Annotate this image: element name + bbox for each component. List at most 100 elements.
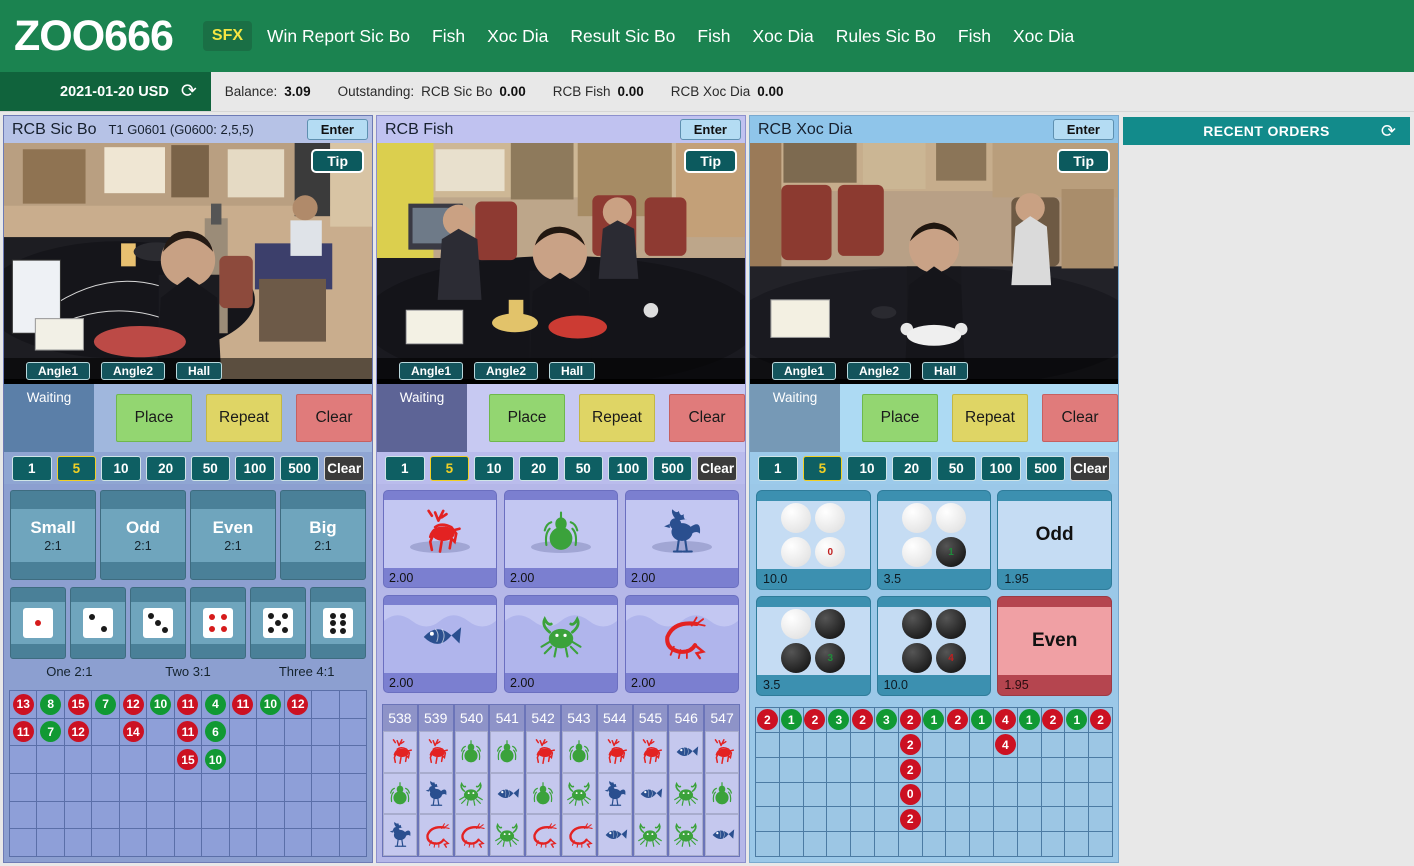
- fish-enter-button[interactable]: Enter: [679, 119, 741, 140]
- fish-bet-deer[interactable]: 2.00: [383, 490, 497, 588]
- fish-hall-button[interactable]: Hall: [549, 362, 596, 380]
- xocdia-bet-coins-4[interactable]: 4 10.0: [876, 596, 992, 696]
- gourd-icon: [505, 500, 617, 568]
- fish-history[interactable]: 538 539 540 541 542 543 544 545 546 547: [377, 699, 745, 862]
- sicbo-place-button[interactable]: Place: [116, 394, 192, 442]
- sicbo-clear-button[interactable]: Clear: [296, 394, 372, 442]
- xocdia-bet-coins-3[interactable]: 3 3.5: [756, 596, 871, 696]
- coin-white: 0: [815, 537, 846, 567]
- fish-chip-500[interactable]: 500: [652, 455, 693, 481]
- xocdia-place-button[interactable]: Place: [862, 394, 938, 442]
- sicbo-chip-5[interactable]: 5: [56, 455, 97, 481]
- sicbo-dice-bet-6[interactable]: [310, 587, 366, 659]
- sicbo-history-cell: 14: [119, 718, 148, 747]
- fish-action-buttons: Place Repeat Clear: [467, 384, 745, 452]
- fish-chip-20[interactable]: 20: [518, 455, 559, 481]
- sicbo-dice-bet-3[interactable]: [130, 587, 186, 659]
- fish-repeat-button[interactable]: Repeat: [579, 394, 655, 442]
- sicbo-angle1-button[interactable]: Angle1: [26, 362, 91, 380]
- nav-item-win-report-sic-bo-1[interactable]: Win Report Sic Bo: [256, 20, 421, 53]
- xocdia-history-wrap[interactable]: 21232321214121224202: [750, 702, 1118, 862]
- xocdia-clear-button[interactable]: Clear: [1042, 394, 1118, 442]
- fish-bet-shrimp[interactable]: 2.00: [625, 595, 739, 693]
- sicbo-bet-odd[interactable]: Odd 2:1: [100, 490, 186, 580]
- fish-chip-1[interactable]: 1: [385, 455, 425, 481]
- fish-title: RCB Fish: [385, 120, 454, 138]
- nav-item-fish-2[interactable]: Fish: [421, 20, 476, 53]
- fish-bet-gourd[interactable]: 2.00: [504, 490, 618, 588]
- xocdia-enter-button[interactable]: Enter: [1052, 119, 1114, 140]
- fish-tip-button[interactable]: Tip: [684, 149, 737, 173]
- xocdia-bet-coins-0[interactable]: 0 10.0: [756, 490, 871, 590]
- fish-angle2-button[interactable]: Angle2: [474, 362, 539, 380]
- sicbo-dice-bet-1[interactable]: [10, 587, 66, 659]
- nav-item-sfx-0[interactable]: SFX: [202, 21, 253, 51]
- sicbo-angle2-button[interactable]: Angle2: [101, 362, 166, 380]
- xocdia-bet-coins-1[interactable]: 1 3.5: [876, 490, 992, 590]
- xocdia-chip-10[interactable]: 10: [847, 455, 887, 481]
- nav-item-xoc-dia-9[interactable]: Xoc Dia: [1002, 20, 1085, 53]
- xocdia-bet-even[interactable]: Even 1.95: [997, 596, 1112, 696]
- fish-place-button[interactable]: Place: [489, 394, 565, 442]
- sicbo-dice-bet-5[interactable]: [250, 587, 306, 659]
- fish-history-fish-icon: [706, 815, 738, 856]
- xocdia-bet-odd[interactable]: Odd 1.95: [997, 490, 1112, 590]
- fish-chip-10[interactable]: 10: [474, 455, 514, 481]
- sicbo-video-stream[interactable]: Tip Angle1 Angle2 Hall: [4, 143, 372, 384]
- fish-bet-crab[interactable]: 2.00: [504, 595, 618, 693]
- recent-orders-refresh-icon[interactable]: ⟳: [1381, 121, 1396, 142]
- xocdia-chip-500[interactable]: 500: [1025, 455, 1066, 481]
- nav-item-fish-8[interactable]: Fish: [947, 20, 1002, 53]
- sicbo-chip-500[interactable]: 500: [279, 455, 320, 481]
- xocdia-angle1-button[interactable]: Angle1: [772, 362, 837, 380]
- sicbo-bet-big[interactable]: Big 2:1: [280, 490, 366, 580]
- nav-item-fish-5[interactable]: Fish: [686, 20, 741, 53]
- sicbo-chip-10[interactable]: 10: [101, 455, 141, 481]
- sicbo-bet-small[interactable]: Small 2:1: [10, 490, 96, 580]
- xocdia-video-stream[interactable]: Tip Angle1 Angle2 Hall: [750, 143, 1118, 384]
- xocdia-chip-1[interactable]: 1: [758, 455, 798, 481]
- sicbo-dice-bet-2[interactable]: [70, 587, 126, 659]
- fish-chip-50[interactable]: 50: [563, 455, 604, 481]
- sicbo-chip-20[interactable]: 20: [145, 455, 186, 481]
- sicbo-bet-even[interactable]: Even 2:1: [190, 490, 276, 580]
- refresh-icon[interactable]: ⟳: [181, 82, 197, 101]
- fish-chip-clear-button[interactable]: Clear: [697, 455, 737, 481]
- nav-item-xoc-dia-3[interactable]: Xoc Dia: [476, 20, 559, 53]
- xocdia-history-cell: [756, 782, 780, 808]
- fish-angle1-button[interactable]: Angle1: [399, 362, 464, 380]
- sicbo-chip-clear-button[interactable]: Clear: [324, 455, 364, 481]
- sicbo-chip-1[interactable]: 1: [12, 455, 52, 481]
- xocdia-history-cell: [922, 732, 947, 758]
- sicbo-tip-button[interactable]: Tip: [311, 149, 364, 173]
- sicbo-history-wrap[interactable]: 13 8 15 7 12 10 11 4 11 10 12 11 7 12 14 11 6 15 10: [4, 685, 372, 862]
- xocdia-history-cell: [946, 757, 971, 783]
- sicbo-chip-50[interactable]: 50: [190, 455, 231, 481]
- nav-item-rules-sic-bo-7[interactable]: Rules Sic Bo: [825, 20, 947, 53]
- xocdia-chip-5[interactable]: 5: [802, 455, 843, 481]
- xocdia-hall-button[interactable]: Hall: [922, 362, 969, 380]
- nav-item-result-sic-bo-4[interactable]: Result Sic Bo: [559, 20, 686, 53]
- fish-chip-5[interactable]: 5: [429, 455, 470, 481]
- fish-chip-100[interactable]: 100: [608, 455, 648, 481]
- sicbo-dice-bet-4[interactable]: [190, 587, 246, 659]
- sicbo-action-row: Waiting Place Repeat Clear: [4, 384, 372, 452]
- fish-bet-fish[interactable]: 2.00: [383, 595, 497, 693]
- xocdia-tip-button[interactable]: Tip: [1057, 149, 1110, 173]
- sicbo-repeat-button[interactable]: Repeat: [206, 394, 282, 442]
- xocdia-angle2-button[interactable]: Angle2: [847, 362, 912, 380]
- fish-video-stream[interactable]: Tip Angle1 Angle2 Hall: [377, 143, 745, 384]
- xocdia-chip-20[interactable]: 20: [891, 455, 932, 481]
- sicbo-hall-button[interactable]: Hall: [176, 362, 223, 380]
- fish-bet-rooster[interactable]: 2.00: [625, 490, 739, 588]
- xocdia-chip-clear-button[interactable]: Clear: [1070, 455, 1110, 481]
- sicbo-history-cell: [10, 829, 38, 857]
- xocdia-repeat-button[interactable]: Repeat: [952, 394, 1028, 442]
- xocdia-chip-50[interactable]: 50: [936, 455, 977, 481]
- xocdia-chip-100[interactable]: 100: [981, 455, 1021, 481]
- sicbo-chip-100[interactable]: 100: [235, 455, 275, 481]
- sicbo-enter-button[interactable]: Enter: [306, 119, 368, 140]
- xocdia-coin-pattern-icon: 0: [781, 503, 846, 567]
- fish-clear-button[interactable]: Clear: [669, 394, 745, 442]
- nav-item-xoc-dia-6[interactable]: Xoc Dia: [741, 20, 824, 53]
